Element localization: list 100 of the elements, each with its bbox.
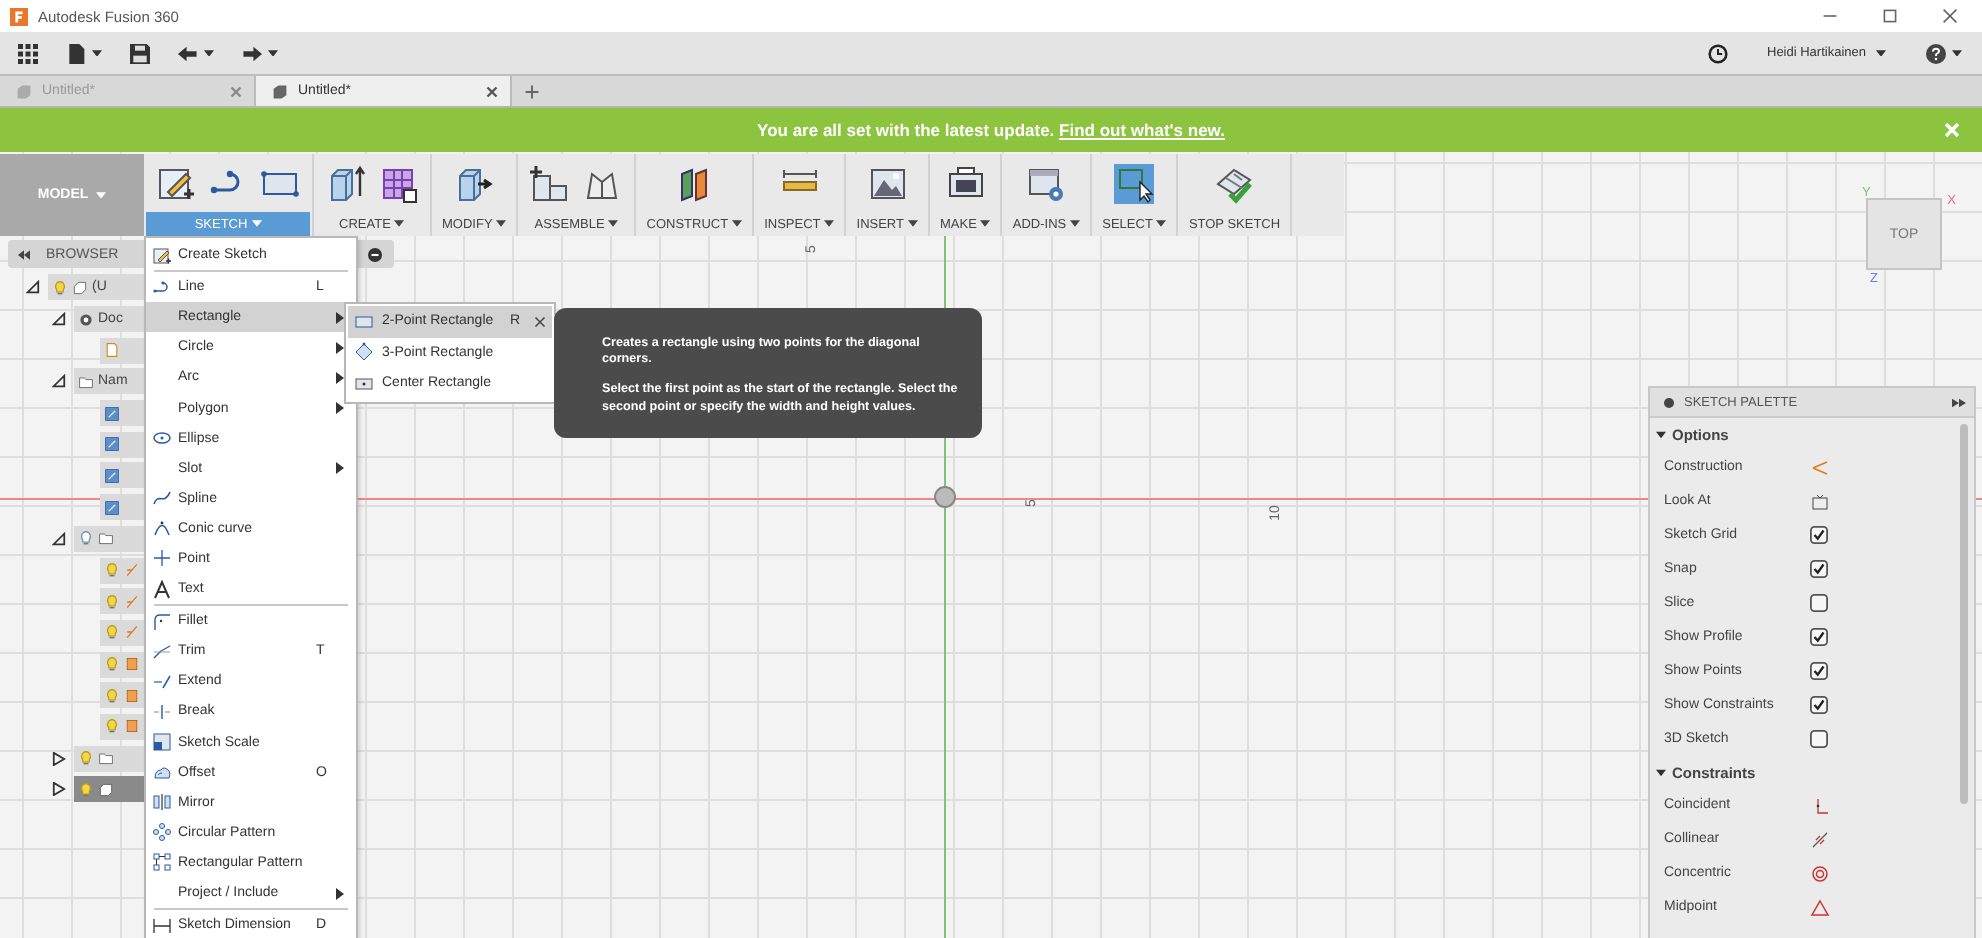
submenu-arrow-icon [336,887,344,900]
help-button[interactable] [1926,43,1962,63]
ellipse-icon [152,428,172,449]
trim-icon [152,641,172,662]
printer-icon[interactable] [945,163,986,203]
submenu-arrow-icon [336,462,344,475]
point-icon [152,548,172,569]
joint-blocks-icon[interactable] [530,163,571,203]
undo-icon [178,43,198,63]
caret-icon [96,191,107,199]
image-icon[interactable] [867,163,908,203]
checkbox[interactable] [1810,628,1828,646]
submenu-arrow-icon [336,371,344,384]
folder-icon [98,530,114,547]
checkbox[interactable] [1810,730,1828,748]
submenu-arrow-icon [336,341,344,354]
construction-icon[interactable] [1810,457,1830,477]
section-toggle-icon[interactable] [1656,429,1666,439]
grid-cube-icon[interactable] [378,163,418,203]
cube-icon [16,83,32,99]
save-icon[interactable] [130,43,150,63]
component-icon [72,279,88,296]
select-cursor-icon[interactable] [1114,163,1155,203]
caret-icon [268,49,278,57]
center-rectangle-icon [354,373,374,394]
expand-toggle-icon[interactable] [52,374,66,389]
sketch-icon [104,467,120,484]
sketch-pencil-icon[interactable] [156,163,196,203]
expand-toggle-icon[interactable] [26,280,40,295]
fillet-icon [152,611,172,632]
redo-button[interactable] [242,43,278,63]
close-icon[interactable] [534,315,546,328]
minus-circle-icon[interactable] [368,247,382,261]
add-tab-icon[interactable] [524,83,540,99]
expand-toggle-icon[interactable] [52,782,66,797]
submenu-arrow-icon [336,402,344,415]
press-pull-icon[interactable] [454,163,495,203]
extrude-icon[interactable] [326,163,366,203]
redo-icon [242,43,262,63]
section-toggle-icon[interactable] [1656,767,1666,777]
sketch-icon [104,499,120,516]
checkbox[interactable] [1810,594,1828,612]
expand-icon[interactable] [1952,397,1966,407]
expand-toggle-icon[interactable] [52,531,66,546]
caret-icon [92,49,102,57]
maximize-icon[interactable] [1882,8,1898,24]
file-icon [66,43,86,63]
gear-icon [78,311,94,328]
dot-icon [1664,397,1674,407]
lightbulb-icon[interactable] [78,781,94,798]
scrollbar[interactable] [1960,424,1968,804]
stop-sketch-icon[interactable] [1214,163,1255,203]
clock-icon[interactable] [1707,43,1727,63]
document-icon [104,342,120,359]
folder-icon [98,750,114,767]
sketch-icon [104,436,120,453]
circular-pattern-icon [152,822,172,843]
conic-curve-icon [152,518,172,539]
concentric-icon[interactable] [1810,863,1830,883]
sketch-icon [104,405,120,422]
dimension-icon [152,915,172,936]
close-icon[interactable] [1942,8,1958,24]
checkbox[interactable] [1810,560,1828,578]
offset-icon [152,762,172,783]
close-icon[interactable] [486,85,498,97]
sketch-scale-icon [152,732,172,753]
rectangular-pattern-icon [152,852,172,873]
look-at-icon[interactable] [1810,491,1830,511]
line-feature-icon [124,593,140,610]
app-logo-icon [10,7,28,25]
folder-icon [78,373,94,390]
file-button[interactable] [66,43,102,63]
undo-button[interactable] [178,43,214,63]
spline-icon [152,488,172,509]
midpoint-icon[interactable] [1810,897,1830,917]
checkbox[interactable] [1810,526,1828,544]
checkbox[interactable] [1810,696,1828,714]
sketch-canvas[interactable] [0,152,1982,938]
submenu-arrow-icon [336,311,344,324]
origin-point [934,486,956,508]
break-icon [152,701,172,722]
text-icon [152,579,172,600]
collinear-icon[interactable] [1810,829,1830,849]
lightbulb-icon[interactable] [78,530,94,547]
expand-toggle-icon[interactable] [52,751,66,766]
rectangle-icon [354,311,374,332]
collapse-icon[interactable] [18,249,30,259]
apps-grid-icon[interactable] [18,43,38,63]
caret-icon [1952,49,1962,57]
banner-message: You are all set with the latest update. Find out what's new. [757,120,1225,140]
caret-icon [1876,49,1886,57]
mirror-icon [152,792,172,813]
expand-toggle-icon[interactable] [52,312,66,327]
checkbox[interactable] [1810,662,1828,680]
gear-window-icon[interactable] [1026,163,1067,203]
cube-icon [272,83,288,99]
body-icon [98,781,114,798]
line-feature-icon [124,562,140,579]
line-feature-icon [124,624,140,641]
sketch-pencil-icon [152,245,172,266]
